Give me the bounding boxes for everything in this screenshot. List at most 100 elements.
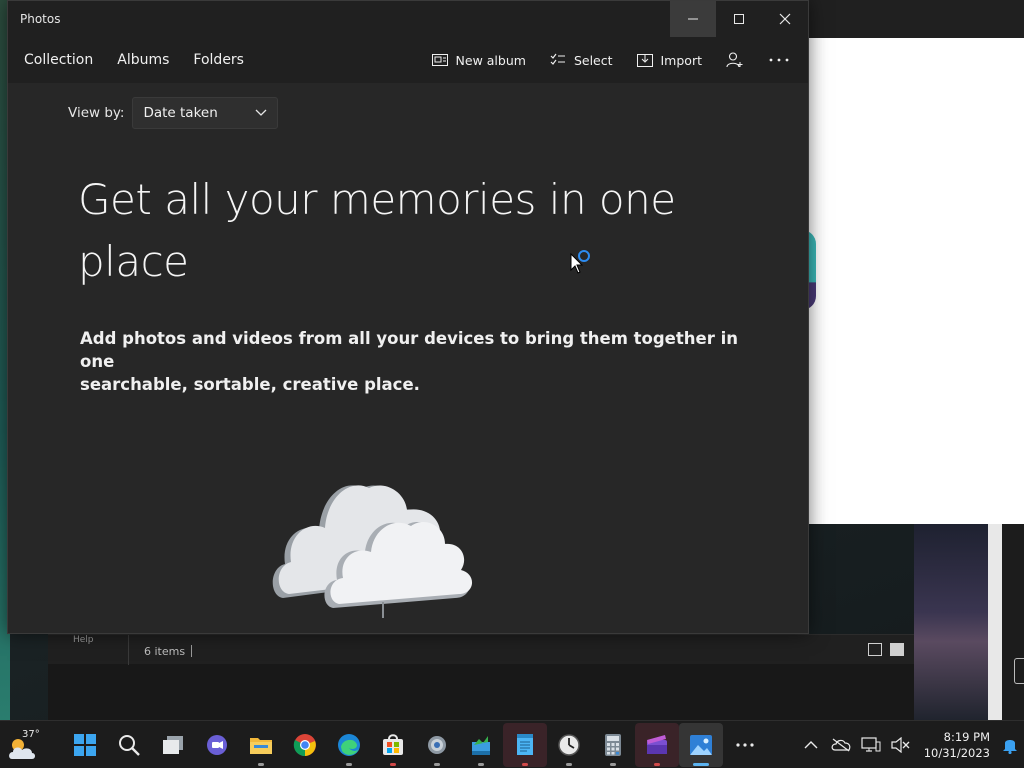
view-by-dropdown[interactable]: Date taken [132, 97, 279, 129]
clock-date: 10/31/2023 [923, 746, 990, 760]
start-button[interactable] [63, 723, 107, 767]
main-content: View by: Date taken Get all your memorie… [8, 83, 808, 633]
task-view-button[interactable] [151, 723, 195, 767]
active-app-indicator [693, 763, 709, 766]
network-tray-button[interactable] [856, 725, 886, 765]
weather-widget[interactable]: 37° [8, 729, 40, 761]
overflow-apps-button[interactable] [723, 723, 767, 767]
details-view-icon[interactable] [868, 643, 882, 656]
background-window-titlebar[interactable] [808, 0, 1024, 38]
calculator-icon [605, 734, 621, 756]
import-icon [636, 54, 653, 67]
cloud-offline-icon [831, 738, 851, 752]
search-button[interactable] [107, 723, 151, 767]
volume-tray-button[interactable] [886, 725, 916, 765]
windows-logo-icon [74, 734, 96, 756]
running-indicator [346, 763, 352, 766]
bell-icon [1003, 740, 1017, 754]
running-indicator [522, 763, 528, 766]
cloud-icon [272, 485, 473, 633]
select-label: Select [573, 52, 613, 68]
notepad-icon [517, 734, 533, 755]
notifications-button[interactable] [996, 725, 1024, 765]
person-add-icon [726, 52, 743, 68]
running-indicator [610, 763, 616, 766]
clock-icon [558, 734, 580, 756]
new-album-label: New album [455, 52, 526, 68]
search-icon [119, 735, 140, 756]
background-window-body[interactable] [808, 38, 1024, 524]
chrome-icon [293, 734, 316, 757]
notepad-button[interactable] [503, 723, 547, 767]
video-editor-icon [647, 735, 667, 754]
heading-line-1: Get all your memories in one [78, 175, 676, 224]
large-icons-view-icon[interactable] [890, 643, 904, 656]
show-hidden-icons-button[interactable] [796, 725, 826, 765]
background-explorer-lower [48, 664, 914, 720]
chrome-button[interactable] [283, 723, 327, 767]
explorer-item-count: 6 items [144, 645, 186, 658]
store-button[interactable] [371, 723, 415, 767]
running-indicator [390, 763, 396, 766]
close-icon [779, 13, 791, 25]
explorer-divider [128, 635, 129, 665]
spreadsheet-app-button[interactable] [459, 723, 503, 767]
window-title: Photos [20, 12, 61, 26]
clock-time: 8:19 PM [943, 730, 990, 744]
select-icon [550, 53, 565, 65]
chevron-down-icon [255, 109, 267, 116]
taskbar-clock[interactable]: 8:19 PM 10/31/2023 [916, 729, 996, 761]
file-explorer-button[interactable] [239, 723, 283, 767]
gear-icon [428, 736, 446, 754]
minimize-icon [688, 18, 698, 20]
background-explorer-statusbar: Help 6 items [48, 634, 914, 665]
background-window-edge [988, 524, 1002, 720]
photos-icon [690, 735, 712, 755]
network-icon [861, 737, 881, 752]
running-indicator [654, 763, 660, 766]
view-by-control: View by: Date taken [68, 97, 279, 129]
tab-folders[interactable]: Folders [193, 52, 244, 68]
empty-state-heading: Get all your memories in one place [78, 169, 718, 293]
minimize-button[interactable] [670, 1, 716, 37]
heading-line-2: place [78, 237, 189, 286]
sign-in-button[interactable] [726, 52, 744, 68]
edge-button[interactable] [327, 723, 371, 767]
new-album-button[interactable]: New album [431, 52, 526, 68]
background-window-right [1002, 524, 1024, 720]
tab-collection[interactable]: Collection [24, 52, 93, 68]
speaker-muted-icon [891, 737, 910, 753]
clipchamp-button[interactable] [635, 723, 679, 767]
clock-app-button[interactable] [547, 723, 591, 767]
running-indicator [566, 763, 572, 766]
close-button[interactable] [762, 1, 808, 37]
select-button[interactable]: Select [550, 53, 613, 68]
system-tray: 8:19 PM 10/31/2023 [796, 721, 1024, 768]
explorer-help-label[interactable]: Help [73, 635, 94, 645]
taskbar: 37° 8:19 PM 10/31/2023 [0, 720, 1024, 768]
running-indicator [258, 763, 264, 766]
teams-chat-icon [207, 735, 227, 755]
nav-bar: Collection Albums Folders New album Sele… [8, 37, 808, 83]
photos-app-button[interactable] [679, 723, 723, 767]
description-line-1: Add photos and videos from all your devi… [80, 329, 738, 371]
background-photo-thumbnail [914, 524, 988, 720]
empty-state-description: Add photos and videos from all your devi… [80, 327, 740, 396]
spreadsheet-icon [472, 736, 490, 755]
settings-button[interactable] [415, 723, 459, 767]
taskbar-apps [63, 721, 767, 768]
teams-chat-button[interactable] [195, 723, 239, 767]
view-by-value: Date taken [143, 105, 218, 121]
cloud-illustration [263, 418, 473, 633]
calculator-button[interactable] [591, 723, 635, 767]
onedrive-tray-button[interactable] [826, 725, 856, 765]
task-view-icon [163, 736, 183, 754]
tab-albums[interactable]: Albums [117, 52, 169, 68]
maximize-button[interactable] [716, 1, 762, 37]
running-indicator [434, 763, 440, 766]
title-bar[interactable]: Photos [8, 1, 808, 37]
more-options-button[interactable] [768, 57, 790, 63]
view-by-label: View by: [68, 105, 125, 121]
import-button[interactable]: Import [636, 53, 702, 68]
running-indicator [478, 763, 484, 766]
